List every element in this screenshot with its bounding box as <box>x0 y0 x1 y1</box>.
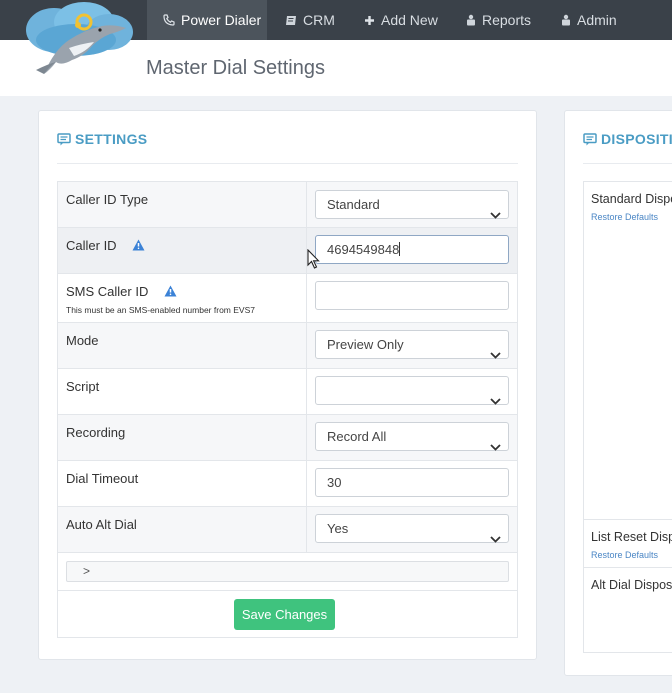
nav-item-label: Reports <box>482 12 532 28</box>
recording-select[interactable]: Record All <box>315 422 509 451</box>
caller-id-label: Caller ID <box>66 238 145 254</box>
dial-timeout-input[interactable]: 30 <box>315 468 509 497</box>
dispositions-card-title: DISPOSITIO <box>583 131 672 149</box>
comment-icon <box>583 133 597 149</box>
caller-id-type-label: Caller ID Type <box>66 192 149 207</box>
sms-caller-id-label: SMS Caller ID <box>66 284 177 300</box>
dispositions-card: DISPOSITIO Standard Dispo Restore Defaul… <box>564 110 672 676</box>
script-label: Script <box>66 379 100 394</box>
row-mode: Mode Preview Only <box>58 323 517 369</box>
alt-dial-row: Alt Dial Dispos <box>584 567 672 607</box>
advanced-collapse-toggle[interactable]: > <box>66 561 509 582</box>
row-recording: Recording Record All <box>58 415 517 461</box>
text-caret <box>399 242 401 256</box>
list-reset-restore-defaults-link[interactable]: Restore Defaults <box>591 550 658 560</box>
info-warning-icon[interactable] <box>164 285 177 300</box>
dial-timeout-label: Dial Timeout <box>66 471 139 486</box>
row-sms-caller-id: SMS Caller ID This must be an SMS-enable… <box>58 274 517 323</box>
nav-item-reports[interactable]: Reports <box>466 0 531 40</box>
row-caller-id-type: Caller ID Type Standard <box>58 182 517 228</box>
row-caller-id: Caller ID 4694549848 <box>58 228 517 274</box>
chevron-right-icon: > <box>83 564 91 578</box>
row-auto-alt-dial: Auto Alt Dial Yes <box>58 507 517 553</box>
phone-icon <box>163 1 175 41</box>
dispositions-table: Standard Dispo Restore Defaults List Res… <box>583 181 672 653</box>
info-warning-icon[interactable] <box>132 239 145 254</box>
chevron-down-icon <box>490 341 501 368</box>
list-reset-dispo-label: List Reset Disp <box>591 530 672 544</box>
advanced-collapse-row: > <box>58 553 517 591</box>
nav-item-label: CRM <box>303 12 335 28</box>
sms-caller-id-input[interactable] <box>315 281 509 310</box>
admin-icon <box>561 1 571 41</box>
auto-alt-dial-select[interactable]: Yes <box>315 514 509 543</box>
list-reset-row: List Reset Disp Restore Defaults <box>584 519 672 567</box>
script-select[interactable] <box>315 376 509 405</box>
standard-dispo-label: Standard Dispo <box>591 192 672 206</box>
book-icon <box>285 1 297 41</box>
settings-table: Caller ID Type Standard Caller ID 469454… <box>57 181 518 638</box>
chevron-down-icon <box>490 433 501 460</box>
settings-card: SETTINGS Caller ID Type Standard Caller … <box>38 110 537 660</box>
caller-id-type-select[interactable]: Standard <box>315 190 509 219</box>
recording-label: Recording <box>66 425 126 440</box>
save-changes-button[interactable]: Save Changes <box>234 599 335 630</box>
nav-item-label: Power Dialer <box>181 12 262 28</box>
mode-select[interactable]: Preview Only <box>315 330 509 359</box>
chevron-down-icon <box>490 387 501 414</box>
dispositions-divider <box>583 163 672 164</box>
plus-icon <box>364 1 375 41</box>
nav-item-add-new[interactable]: Add New <box>364 0 438 40</box>
nav-item-label: Admin <box>577 12 617 28</box>
mode-label: Mode <box>66 333 99 348</box>
caller-id-input[interactable]: 4694549848 <box>315 235 509 264</box>
standard-restore-defaults-link[interactable]: Restore Defaults <box>591 212 658 222</box>
row-dial-timeout: Dial Timeout 30 <box>58 461 517 507</box>
chevron-down-icon <box>490 525 501 552</box>
nav-item-power-dialer[interactable]: Power Dialer <box>147 0 267 40</box>
tag-icon <box>466 1 476 41</box>
settings-divider <box>57 163 518 164</box>
row-script: Script <box>58 369 517 415</box>
settings-card-title: SETTINGS <box>57 131 147 149</box>
nav-item-crm[interactable]: CRM <box>285 0 335 40</box>
save-row: Save Changes <box>58 591 517 637</box>
nav-item-admin[interactable]: Admin <box>561 0 617 40</box>
chevron-down-icon <box>490 201 501 228</box>
page-title: Master Dial Settings <box>146 57 325 79</box>
sms-caller-id-note: This must be an SMS-enabled number from … <box>66 305 255 315</box>
alt-dial-dispo-label: Alt Dial Dispos <box>591 578 672 592</box>
comment-icon <box>57 133 71 149</box>
dolphin-logo[interactable] <box>14 0 140 80</box>
nav-item-label: Add New <box>381 12 438 28</box>
mouse-cursor-icon <box>307 248 321 274</box>
auto-alt-dial-label: Auto Alt Dial <box>66 517 137 532</box>
